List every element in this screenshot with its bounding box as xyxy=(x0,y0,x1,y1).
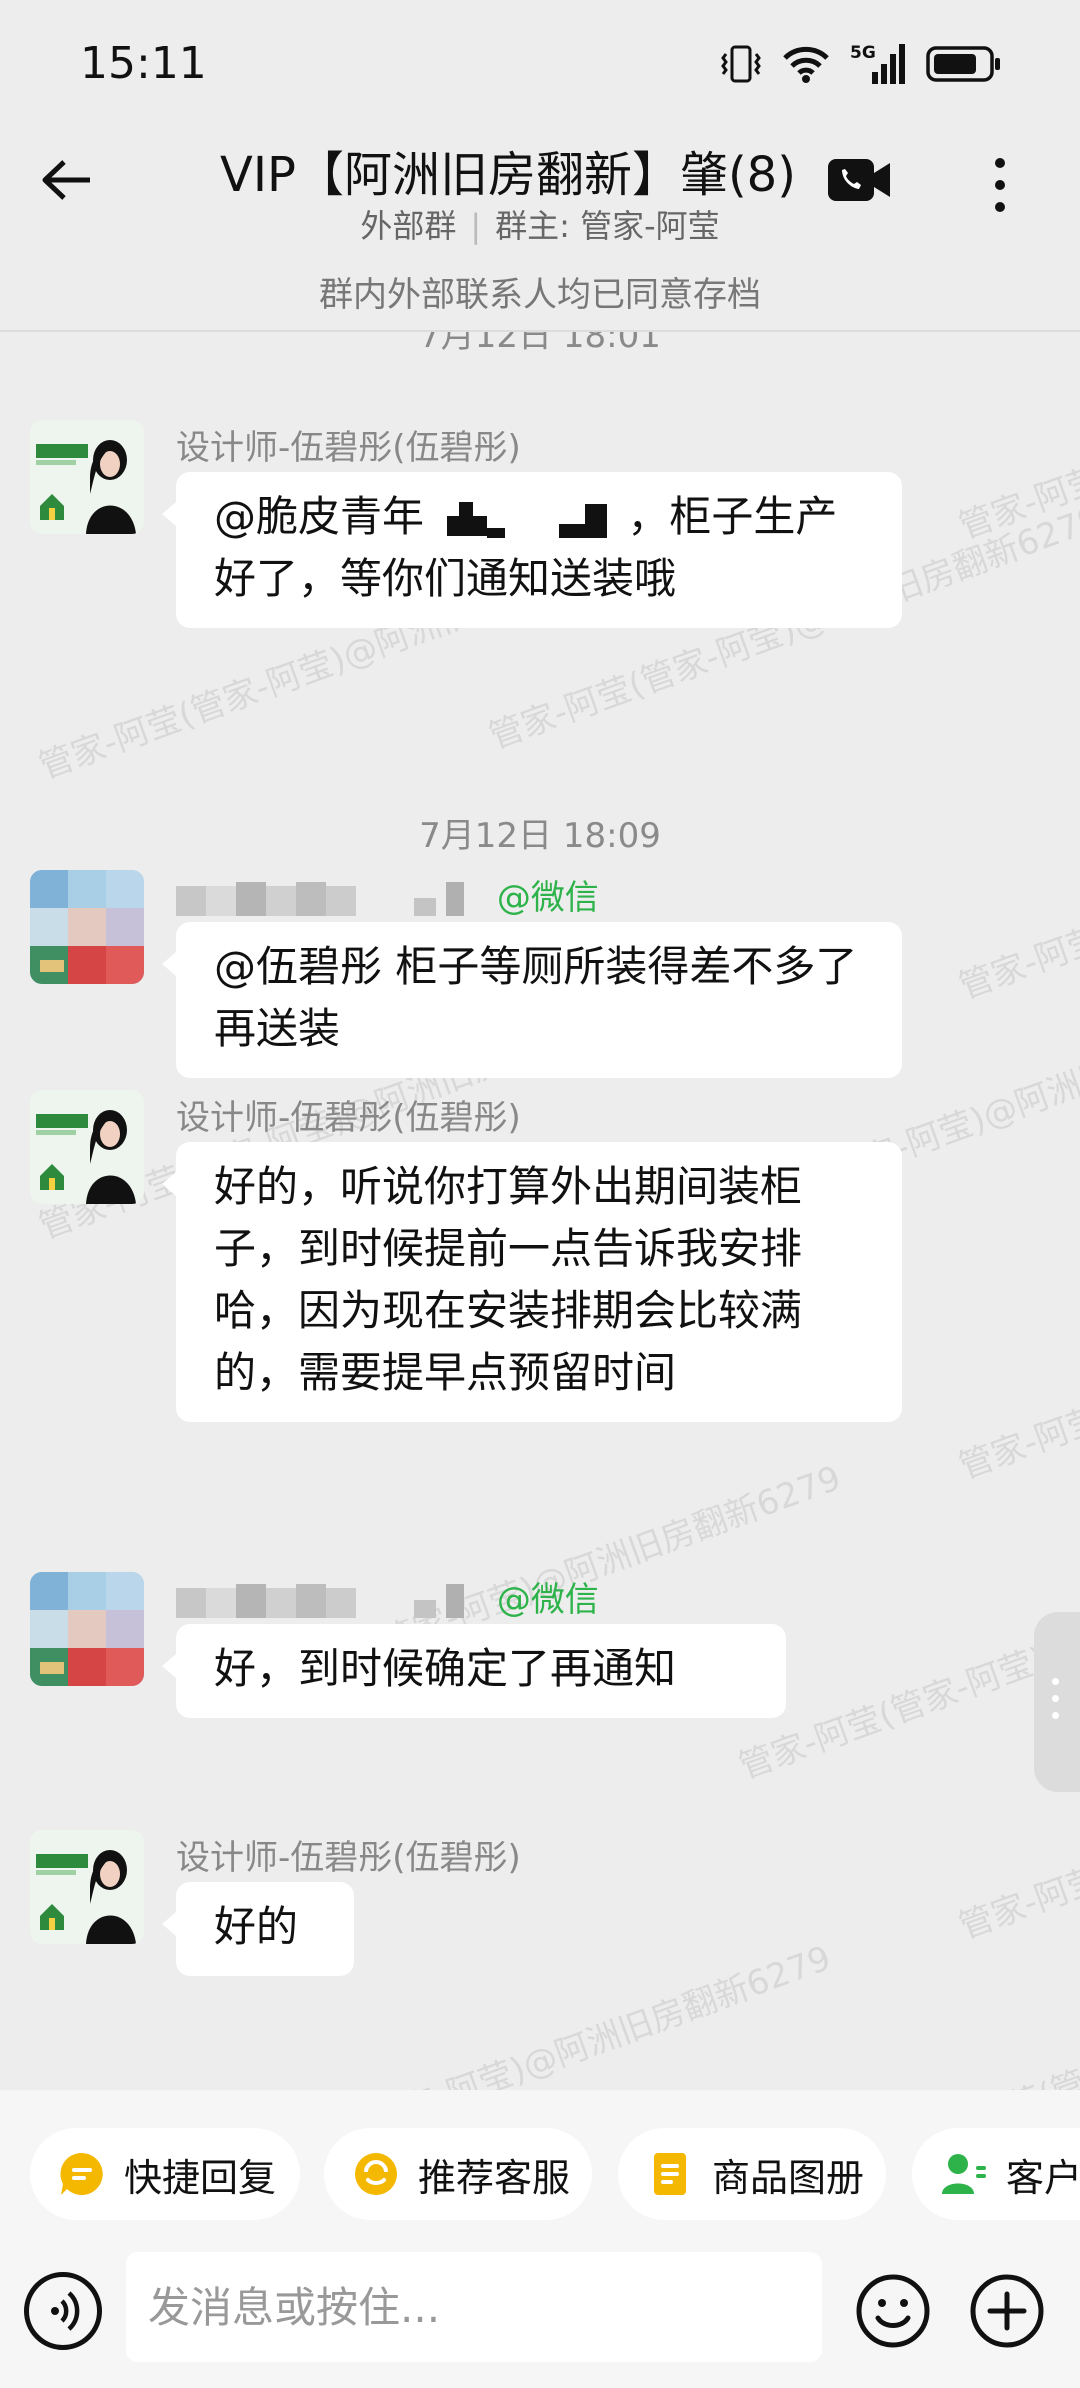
network-type-label: 5G xyxy=(850,43,876,63)
pixelated-avatar-image xyxy=(30,870,144,984)
group-owner: 群主: 管家-阿莹 xyxy=(495,207,720,245)
video-camera-icon xyxy=(828,159,890,201)
more-actions-button[interactable] xyxy=(968,2272,1046,2350)
message-text: 好的 xyxy=(214,1902,299,1951)
chat-header: VIP【阿洲旧房翻新】肇(8) 外部群 | 群主: 管家-阿莹 xyxy=(0,125,1080,265)
message-text: @伍碧彤 柜子等厕所装得差不多了再送装 xyxy=(214,942,858,1053)
sender-name: 设计师-伍碧彤(伍碧彤) xyxy=(176,428,521,468)
voice-input-button[interactable] xyxy=(24,2272,102,2350)
redacted-name xyxy=(447,501,608,538)
dot-icon xyxy=(995,158,1005,168)
avatar[interactable] xyxy=(30,1830,144,1944)
quick-actions-bar: 快捷回复 推荐客服 商品图册 客户 xyxy=(0,2090,1080,2250)
plus-icon xyxy=(970,2274,1044,2348)
message-bubble[interactable]: @伍碧彤 柜子等厕所装得差不多了再送装 xyxy=(162,922,902,1078)
quick-reply-icon xyxy=(60,2152,103,2195)
chip-label: 客户 xyxy=(1006,2155,1080,2200)
designer-avatar-image xyxy=(30,1090,144,1204)
signal-5g-icon: 5G xyxy=(850,43,905,84)
more-options-button[interactable] xyxy=(980,150,1020,220)
group-type: 外部群 xyxy=(360,207,457,245)
avatar[interactable] xyxy=(30,870,144,984)
designer-avatar-image xyxy=(30,1830,144,1944)
message-bubble[interactable]: 好，到时候确定了再通知 xyxy=(162,1624,786,1718)
watermark: 管家-阿莹(管家-阿莹)@阿洲旧房翻新6279 xyxy=(953,1228,1080,1488)
side-panel-handle[interactable] xyxy=(1034,1612,1080,1792)
status-time: 15:11 xyxy=(80,38,207,89)
chip-label: 快捷回复 xyxy=(124,2155,277,2200)
message-list[interactable]: 管家-阿莹(管家-阿莹)@阿洲旧房翻新6279 管家-阿莹(管家-阿莹)@阿洲旧… xyxy=(0,330,1080,2090)
status-icons: 5G xyxy=(720,42,1002,86)
emoji-icon xyxy=(856,2274,930,2348)
dot-icon xyxy=(995,202,1005,212)
customer-button[interactable]: 客户 xyxy=(912,2128,1080,2220)
timestamp: 7月12日 18:01 xyxy=(419,330,661,356)
message-bubble[interactable]: 好的 xyxy=(162,1882,354,1976)
wifi-icon xyxy=(783,46,829,83)
watermark: 管家-阿莹(管家-阿莹)@阿洲旧房翻新6279 xyxy=(953,748,1080,1008)
wechat-tag: @微信 xyxy=(496,878,599,918)
sender-name: 设计师-伍碧彤(伍碧彤) xyxy=(176,1838,521,1878)
wechat-tag: @微信 xyxy=(496,1580,599,1620)
input-bar xyxy=(0,2250,1080,2388)
sender-name: @微信 xyxy=(176,870,599,922)
message-bubble[interactable]: 好的，听说你打算外出期间装柜子，到时候提前一点告诉我安排哈，因为现在安装排期会比… xyxy=(162,1142,902,1422)
avatar[interactable] xyxy=(30,1090,144,1204)
sender-name: @微信 xyxy=(176,1572,599,1624)
group-subtitle: 外部群 | 群主: 管家-阿莹 xyxy=(0,201,1080,247)
message-bubble[interactable]: @脆皮青年 ，柜子生产好了，等你们通知送装哦 xyxy=(162,472,902,628)
message-input[interactable] xyxy=(126,2252,822,2362)
dot-icon xyxy=(995,180,1005,190)
message-text: 好的，听说你打算外出期间装柜子，到时候提前一点告诉我安排哈，因为现在安装排期会比… xyxy=(214,1162,803,1397)
status-bar: 15:11 5G xyxy=(0,0,1080,125)
timestamp: 7月12日 18:09 xyxy=(419,816,661,856)
avatar[interactable] xyxy=(30,1572,144,1686)
arrow-left-icon xyxy=(42,160,90,200)
watermark: 管家-阿莹(管家-阿莹)@阿洲旧房翻新6279 xyxy=(893,1908,1080,2090)
catalog-icon xyxy=(654,2153,686,2195)
redacted-name xyxy=(176,881,464,916)
product-catalog-button[interactable]: 商品图册 xyxy=(618,2128,886,2220)
chip-label: 推荐客服 xyxy=(418,2155,571,2200)
quick-reply-button[interactable]: 快捷回复 xyxy=(30,2128,300,2220)
designer-avatar-image xyxy=(30,420,144,534)
video-call-button[interactable] xyxy=(826,155,892,205)
voice-icon xyxy=(51,2291,80,2331)
avatar[interactable] xyxy=(30,420,144,534)
battery-icon xyxy=(926,46,1000,82)
message-text: 好，到时候确定了再通知 xyxy=(214,1644,677,1693)
pixelated-avatar-image xyxy=(30,1572,144,1686)
vibrate-icon xyxy=(721,45,761,83)
chat-screen: 15:11 5G VIP【阿洲旧房翻新】肇(8) 外部群 | 群主: 管家-阿莹… xyxy=(0,0,1080,2388)
sender-name: 设计师-伍碧彤(伍碧彤) xyxy=(176,1098,521,1138)
redacted-name xyxy=(176,1583,464,1618)
recommend-service-button[interactable]: 推荐客服 xyxy=(324,2128,592,2220)
archive-notice: 群内外部联系人均已同意存档 xyxy=(0,265,1080,332)
emoji-button[interactable] xyxy=(854,2272,932,2350)
handle-dots-icon xyxy=(1052,1678,1059,1719)
group-title[interactable]: VIP【阿洲旧房翻新】肇(8) xyxy=(220,135,820,205)
subtitle-divider: | xyxy=(470,207,482,245)
customer-service-icon xyxy=(355,2153,397,2195)
chip-label: 商品图册 xyxy=(712,2155,865,2200)
mention-text: @脆皮青年 xyxy=(214,492,425,541)
watermark: 管家-阿莹(管家-阿莹)@阿洲旧房翻新6279 xyxy=(953,330,1080,548)
customer-icon xyxy=(942,2154,986,2194)
